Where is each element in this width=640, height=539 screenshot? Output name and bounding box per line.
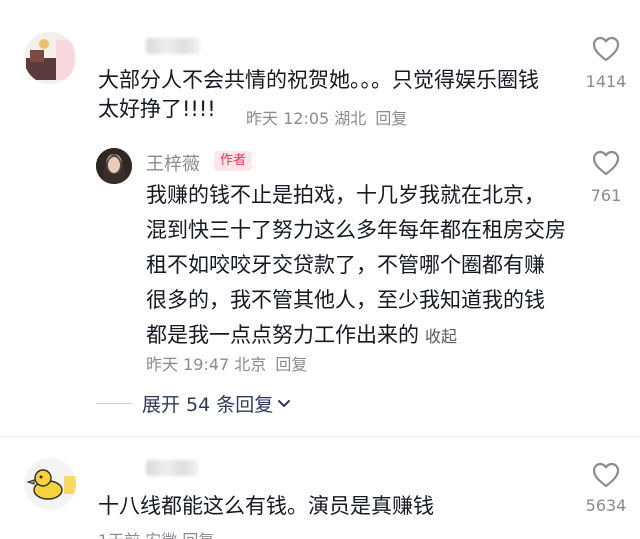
reply-text: 我赚的钱不止是拍戏，十几岁我就在北京， 混到快三十了努力这么多年每年都在租房交房… [146,178,586,354]
comment-location: 湖北 [334,109,367,128]
comment-time: 昨天 12:05 [246,109,330,128]
reply-like-count: 761 [590,186,622,205]
reply-time: 昨天 19:47 [146,355,230,374]
comment-meta-2: 1天前 安徽 回复 [98,527,214,539]
reply-text-line-5: 都是我一点点努力工作出来的 [146,323,419,347]
expand-replies-button[interactable]: 展开 54 条回复 [96,390,291,417]
commenter-name-blurred-2 [146,460,198,476]
comment-meta: 昨天 12:05 湖北 回复 [246,105,407,129]
reply-text-line-2: 混到快三十了努力这么多年每年都在租房交房 [146,218,566,242]
reply-text-line-4: 很多的，我不管其他人，至少我知道我的钱 [146,288,545,312]
author-avatar[interactable] [96,148,132,184]
reply-reply-button[interactable]: 回复 [275,355,307,374]
heart-outline-icon[interactable] [592,150,620,176]
reply-text-line-3: 租不如咬咬牙交贷款了，不管哪个圈都有赚 [146,253,545,277]
comment-2-text-line-1: 十八线都能这么有钱。演员是真赚钱 [98,494,434,518]
comment-list: 大部分人不会共情的祝贺她。。。只觉得娱乐圈钱 太好挣了!!!! 昨天 12:05… [0,0,640,539]
chevron-down-icon [278,399,291,407]
commenter-avatar-2[interactable] [24,458,76,510]
heart-outline-icon[interactable] [592,36,620,62]
author-avatar-image [96,148,132,184]
commenter-avatar[interactable] [24,32,76,84]
comment-text-line-1: 大部分人不会共情的祝贺她。。。只觉得娱乐圈钱 [98,68,539,92]
commenter-name-blurred [146,38,200,54]
reply-button[interactable]: 回复 [375,109,407,128]
comment-2-meta-text: 1天前 安徽 回复 [98,531,214,539]
reply-meta: 昨天 19:47 北京 回复 [146,351,307,375]
like-count-2: 5634 [585,496,627,515]
like-count: 1414 [585,72,627,91]
comment-text-2: 十八线都能这么有钱。演员是真赚钱 [98,492,578,521]
reply-text-line-1: 我赚的钱不止是拍戏，十几岁我就在北京， [146,183,545,207]
avatar-image [24,32,76,84]
heart-outline-icon[interactable] [592,462,620,488]
expand-divider-line [96,403,132,404]
comment-divider [0,436,640,437]
expand-replies-label: 展开 54 条回复 [142,394,274,416]
collapse-button[interactable]: 收起 [425,327,457,346]
author-name[interactable]: 王梓薇 [146,150,200,176]
comment-text-line-2: 太好挣了!!!! [98,97,216,121]
reply-location: 北京 [234,355,267,374]
author-badge: 作者 [214,151,253,171]
duck-avatar-image [24,458,76,510]
